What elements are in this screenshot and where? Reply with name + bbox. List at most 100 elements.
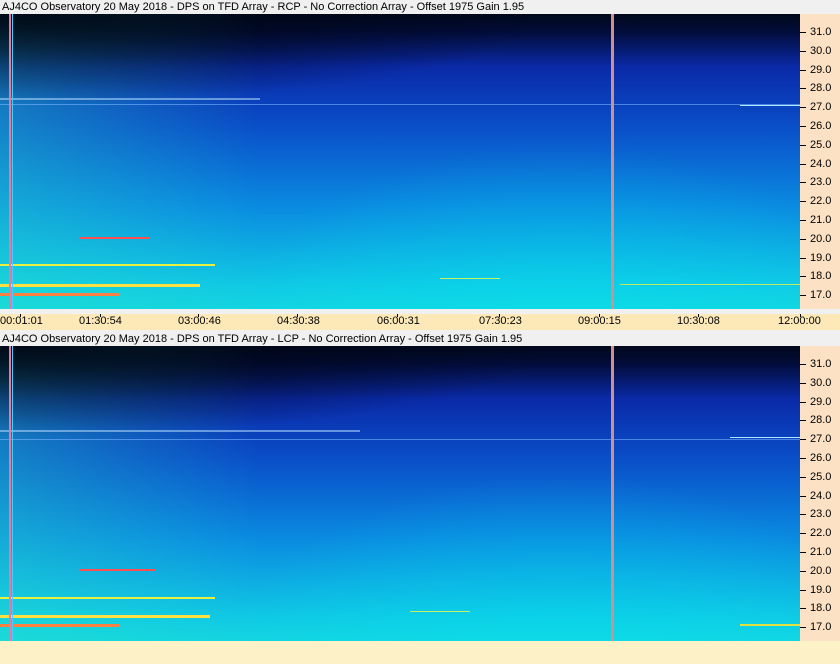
time-label: 03:00:46 bbox=[178, 315, 221, 327]
freq-label: 31.0 bbox=[810, 358, 832, 370]
rcp-marker-line-right bbox=[611, 14, 614, 309]
rcp-marker-line-left-2 bbox=[12, 14, 13, 309]
freq-tick bbox=[800, 51, 806, 52]
time-label: 09:00:15 bbox=[578, 315, 621, 327]
lcp-marker-line-left-2 bbox=[12, 346, 13, 641]
freq-label: 21.0 bbox=[810, 214, 832, 226]
freq-label: 27.0 bbox=[810, 433, 832, 445]
freq-tick bbox=[800, 383, 806, 384]
rfi-streak bbox=[0, 293, 120, 296]
freq-tick bbox=[800, 608, 806, 609]
freq-tick bbox=[800, 458, 806, 459]
freq-label: 24.0 bbox=[810, 158, 832, 170]
rfi-streak bbox=[0, 104, 800, 105]
time-label: 06:00:31 bbox=[377, 315, 420, 327]
rfi-streak bbox=[0, 624, 120, 627]
freq-tick bbox=[800, 239, 806, 240]
freq-label: 29.0 bbox=[810, 396, 832, 408]
freq-tick bbox=[800, 590, 806, 591]
time-label: 04:30:38 bbox=[277, 315, 320, 327]
time-label: 07:30:23 bbox=[479, 315, 522, 327]
freq-tick bbox=[800, 182, 806, 183]
lcp-spectrogram[interactable] bbox=[0, 346, 800, 641]
freq-label: 23.0 bbox=[810, 176, 832, 188]
rfi-streak bbox=[0, 597, 215, 599]
freq-label: 29.0 bbox=[810, 64, 832, 76]
freq-tick bbox=[800, 533, 806, 534]
time-label: 10:30:08 bbox=[677, 315, 720, 327]
lcp-frequency-axis: 31.0 30.0 29.0 28.0 27.0 26.0 25.0 24.0 … bbox=[800, 346, 840, 641]
freq-tick bbox=[800, 496, 806, 497]
freq-label: 28.0 bbox=[810, 414, 832, 426]
freq-label: 19.0 bbox=[810, 252, 832, 264]
freq-label: 27.0 bbox=[810, 101, 832, 113]
lcp-marker-line-left bbox=[9, 346, 11, 641]
rfi-streak bbox=[740, 624, 800, 626]
freq-label: 25.0 bbox=[810, 471, 832, 483]
freq-label: 26.0 bbox=[810, 452, 832, 464]
time-label: 12:00:00 bbox=[778, 315, 821, 327]
time-axis: 00:01:01 01:30:54 03:00:46 04:30:38 06:0… bbox=[0, 314, 840, 330]
freq-tick bbox=[800, 439, 806, 440]
freq-tick bbox=[800, 402, 806, 403]
freq-label: 22.0 bbox=[810, 527, 832, 539]
freq-label: 28.0 bbox=[810, 82, 832, 94]
freq-label: 26.0 bbox=[810, 120, 832, 132]
freq-label: 25.0 bbox=[810, 139, 832, 151]
freq-tick bbox=[800, 258, 806, 259]
rcp-spectrogram[interactable] bbox=[0, 14, 800, 309]
time-label: 01:30:54 bbox=[79, 315, 122, 327]
freq-tick bbox=[800, 88, 806, 89]
lcp-marker-line-right bbox=[611, 346, 614, 641]
freq-label: 18.0 bbox=[810, 602, 832, 614]
freq-tick bbox=[800, 107, 806, 108]
freq-label: 21.0 bbox=[810, 546, 832, 558]
freq-label: 20.0 bbox=[810, 565, 832, 577]
time-label: 00:01:01 bbox=[0, 315, 43, 327]
freq-tick bbox=[800, 145, 806, 146]
rfi-streak bbox=[730, 437, 800, 438]
freq-label: 19.0 bbox=[810, 584, 832, 596]
rcp-marker-line-left bbox=[9, 14, 11, 309]
freq-tick bbox=[800, 552, 806, 553]
freq-tick bbox=[800, 514, 806, 515]
rfi-streak bbox=[620, 284, 800, 285]
freq-tick bbox=[800, 164, 806, 165]
freq-label: 30.0 bbox=[810, 377, 832, 389]
rfi-streak bbox=[80, 569, 155, 571]
rfi-streak bbox=[0, 98, 260, 100]
freq-label: 22.0 bbox=[810, 195, 832, 207]
rfi-streak bbox=[0, 615, 210, 618]
freq-tick bbox=[800, 420, 806, 421]
rfi-streak bbox=[440, 278, 500, 279]
freq-tick bbox=[800, 364, 806, 365]
rfi-streak bbox=[740, 105, 800, 106]
freq-label: 18.0 bbox=[810, 270, 832, 282]
bottom-status-strip bbox=[0, 641, 840, 664]
freq-label: 17.0 bbox=[810, 621, 832, 633]
freq-tick bbox=[800, 32, 806, 33]
lcp-panel-title: AJ4CO Observatory 20 May 2018 - DPS on T… bbox=[2, 333, 523, 345]
freq-tick bbox=[800, 627, 806, 628]
rfi-streak bbox=[0, 284, 200, 287]
freq-label: 31.0 bbox=[810, 26, 832, 38]
freq-label: 17.0 bbox=[810, 289, 832, 301]
rfi-streak bbox=[0, 430, 360, 432]
freq-tick bbox=[800, 126, 806, 127]
freq-tick bbox=[800, 276, 806, 277]
freq-tick bbox=[800, 477, 806, 478]
rfi-streak bbox=[0, 264, 215, 266]
freq-label: 23.0 bbox=[810, 508, 832, 520]
freq-label: 20.0 bbox=[810, 233, 832, 245]
rcp-panel-title: AJ4CO Observatory 20 May 2018 - DPS on T… bbox=[2, 1, 525, 13]
freq-tick bbox=[800, 571, 806, 572]
freq-tick bbox=[800, 70, 806, 71]
freq-label: 24.0 bbox=[810, 490, 832, 502]
rfi-streak bbox=[0, 439, 800, 440]
freq-tick bbox=[800, 201, 806, 202]
freq-tick bbox=[800, 295, 806, 296]
rcp-frequency-axis: 31.0 30.0 29.0 28.0 27.0 26.0 25.0 24.0 … bbox=[800, 14, 840, 309]
freq-tick bbox=[800, 220, 806, 221]
rfi-streak bbox=[410, 611, 470, 612]
freq-label: 30.0 bbox=[810, 45, 832, 57]
